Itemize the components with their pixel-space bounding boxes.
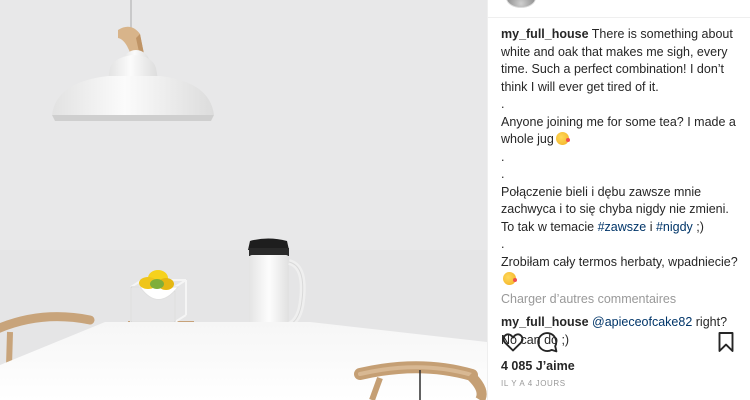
caption-paragraph-2: Anyone joining me for some tea? I made a…	[501, 114, 741, 149]
hashtag-link[interactable]: #nigdy	[656, 220, 693, 234]
bookmark-icon[interactable]	[714, 330, 738, 354]
avatar[interactable]	[506, 0, 536, 8]
caption-dot: .	[501, 237, 505, 251]
comment-icon[interactable]	[535, 330, 559, 354]
caption-paragraph-3: Połączenie bieli i dębu zawsze mnie zach…	[501, 184, 741, 237]
likes-count[interactable]: 4 085 J’aime	[501, 359, 575, 373]
caption-author[interactable]: my_full_house	[501, 27, 589, 41]
comment-author[interactable]: my_full_house	[501, 315, 589, 329]
action-bar	[501, 330, 741, 354]
caption-dot: .	[501, 149, 505, 164]
comments-section: my_full_house There is something about w…	[501, 26, 741, 349]
caption-paragraph-1: my_full_house There is something about w…	[501, 26, 741, 96]
hashtag-link[interactable]: #zawsze	[598, 220, 647, 234]
kissing-face-emoji-icon	[555, 132, 570, 145]
load-more-comments-link[interactable]: Charger d’autres commentaires	[501, 291, 741, 309]
photo-scene	[0, 0, 487, 400]
kissing-face-emoji-icon	[503, 272, 517, 285]
caption-paragraph-4: Zrobiłam cały termos herbaty, wpadniecie…	[501, 254, 741, 289]
post-header	[488, 0, 750, 18]
caption-text-3-join: i	[649, 219, 653, 234]
caption-dot: .	[501, 167, 505, 181]
post-photo[interactable]	[0, 0, 487, 400]
mention-link[interactable]: @apieceofcake82	[592, 315, 692, 329]
heart-icon[interactable]	[501, 330, 525, 354]
caption-text-3-end: ;)	[696, 219, 704, 234]
post-sidebar: my_full_house There is something about w…	[487, 0, 750, 400]
caption-text-4: Zrobiłam cały termos herbaty, wpadniecie…	[501, 254, 738, 269]
caption-text-2: Anyone joining me for some tea? I made a…	[501, 114, 736, 147]
post-timestamp[interactable]: IL Y A 4 JOURS	[501, 379, 566, 388]
caption-dot: .	[501, 97, 505, 111]
